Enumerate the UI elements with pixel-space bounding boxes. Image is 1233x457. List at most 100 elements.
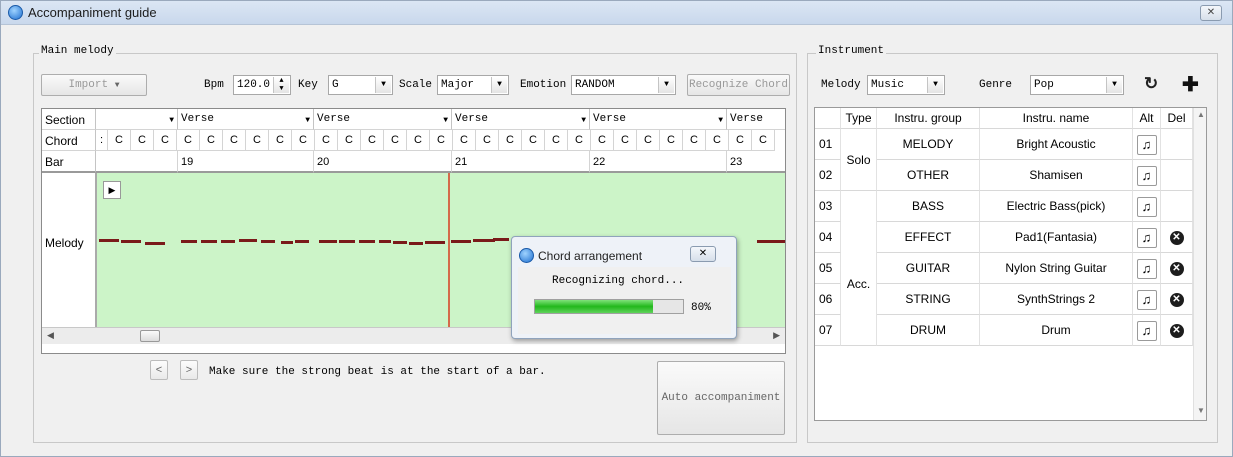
music-note-icon[interactable]: ♫ — [1136, 227, 1157, 248]
chord-cell[interactable]: C — [407, 130, 430, 151]
chord-cell[interactable]: C — [752, 130, 775, 151]
play-icon[interactable]: ▶ — [103, 181, 121, 199]
row-number: 03 — [815, 191, 841, 222]
bar-cell: 20 — [314, 151, 452, 173]
row-number: 02 — [815, 160, 841, 191]
instrument-group-cell[interactable]: GUITAR — [877, 253, 980, 284]
chord-cell[interactable]: C — [269, 130, 292, 151]
chord-cell[interactable]: C — [223, 130, 246, 151]
chord-cell[interactable]: C — [499, 130, 522, 151]
melody-select[interactable]: Music ▼ — [867, 75, 945, 95]
scroll-left-icon[interactable]: ◀ — [47, 330, 54, 341]
instrument-group-cell[interactable]: BASS — [877, 191, 980, 222]
bpm-value: 120.0 — [237, 79, 271, 91]
scroll-up-icon[interactable]: ▲ — [1197, 110, 1205, 119]
instrument-name-cell[interactable]: Nylon String Guitar — [980, 253, 1133, 284]
bar-cell — [96, 151, 178, 173]
music-note-icon[interactable]: ♫ — [1136, 289, 1157, 310]
instrument-group-cell[interactable]: OTHER — [877, 160, 980, 191]
alt-cell: ♫ — [1133, 222, 1161, 253]
close-button[interactable]: ✕ — [1200, 5, 1222, 21]
genre-select[interactable]: Pop ▼ — [1030, 75, 1124, 95]
music-note-icon[interactable]: ♫ — [1136, 258, 1157, 279]
instrument-name-cell[interactable]: Shamisen — [980, 160, 1133, 191]
music-note-icon[interactable]: ♫ — [1136, 134, 1157, 155]
stepper-arrows-icon[interactable]: ▲ ▼ — [273, 77, 289, 93]
delete-icon[interactable]: ✕ — [1169, 323, 1184, 338]
music-note-icon[interactable]: ♫ — [1136, 165, 1157, 186]
melody-note — [393, 241, 407, 244]
chord-cell[interactable]: C — [384, 130, 407, 151]
chord-cell[interactable]: C — [338, 130, 361, 151]
chord-cell[interactable]: C — [200, 130, 223, 151]
auto-accompaniment-button[interactable]: Auto accompaniment — [657, 361, 785, 435]
chord-cell[interactable]: C — [568, 130, 591, 151]
chord-cell[interactable]: C — [591, 130, 614, 151]
scroll-right-icon[interactable]: ▶ — [773, 330, 780, 341]
chord-cell[interactable]: C — [545, 130, 568, 151]
chord-cell[interactable]: C — [522, 130, 545, 151]
del-cell: ✕ — [1161, 315, 1193, 346]
chord-cell[interactable]: C — [131, 130, 154, 151]
chord-cell[interactable]: C — [361, 130, 384, 151]
emotion-select[interactable]: RANDOM ▼ — [571, 75, 676, 95]
melody-note — [379, 240, 391, 243]
refresh-icon[interactable]: ↻ — [1144, 74, 1158, 94]
section-cell[interactable]: Verse ▼ — [178, 109, 314, 130]
chord-cell[interactable]: C — [177, 130, 200, 151]
chord-cell[interactable]: C — [660, 130, 683, 151]
delete-icon[interactable]: ✕ — [1169, 230, 1184, 245]
chord-cell[interactable]: C — [614, 130, 637, 151]
chord-cell[interactable]: C — [154, 130, 177, 151]
chevron-down-icon: ▼ — [718, 116, 723, 125]
bpm-stepper[interactable]: 120.0 ▲ ▼ — [233, 75, 291, 95]
scroll-thumb[interactable] — [140, 330, 160, 342]
playhead[interactable] — [448, 173, 450, 327]
main-melody-label: Main melody — [39, 45, 116, 57]
section-cell[interactable]: Verse ▼ — [590, 109, 727, 130]
chord-cell[interactable]: C — [476, 130, 499, 151]
prev-button[interactable]: < — [150, 360, 168, 380]
chord-cell[interactable]: C — [246, 130, 269, 151]
chord-cell[interactable]: C — [453, 130, 476, 151]
instrument-name-cell[interactable]: Electric Bass(pick) — [980, 191, 1133, 222]
scale-select[interactable]: Major ▼ — [437, 75, 509, 95]
chord-cell[interactable]: C — [683, 130, 706, 151]
recognize-chord-button[interactable]: Recognize Chord — [687, 74, 790, 96]
instrument-group-cell[interactable]: DRUM — [877, 315, 980, 346]
instrument-group-cell[interactable]: MELODY — [877, 129, 980, 160]
chord-cell[interactable]: C — [315, 130, 338, 151]
key-select[interactable]: G ▼ — [328, 75, 393, 95]
chord-cell[interactable]: C — [292, 130, 315, 151]
dialog-close-button[interactable]: ✕ — [690, 246, 716, 262]
progress-fill — [535, 300, 654, 313]
chord-cell[interactable]: C — [729, 130, 752, 151]
instrument-name-cell[interactable]: Pad1(Fantasia) — [980, 222, 1133, 253]
section-cell[interactable]: Verse ▼ — [314, 109, 452, 130]
instrument-group-cell[interactable]: EFFECT — [877, 222, 980, 253]
chord-cell[interactable]: C — [706, 130, 729, 151]
instrument-group-cell[interactable]: STRING — [877, 284, 980, 315]
delete-icon[interactable]: ✕ — [1169, 292, 1184, 307]
instrument-name-cell[interactable]: Drum — [980, 315, 1133, 346]
music-note-icon[interactable]: ♫ — [1136, 196, 1157, 217]
music-note-icon[interactable]: ♫ — [1136, 320, 1157, 341]
next-button[interactable]: > — [180, 360, 198, 380]
chord-cell[interactable]: C — [108, 130, 131, 151]
chevron-down-icon: ▼ — [491, 77, 507, 93]
section-cell[interactable]: Verse ▼ — [452, 109, 590, 130]
vertical-scrollbar[interactable]: ▲ ▼ — [1193, 108, 1206, 420]
row-head-bar: Bar — [42, 151, 96, 173]
melody-note — [319, 240, 337, 243]
section-cell[interactable]: ▼ — [96, 109, 178, 130]
chord-cell[interactable]: C — [430, 130, 453, 151]
section-cell[interactable]: Verse — [727, 109, 785, 130]
import-button[interactable]: Import ▼ — [41, 74, 147, 96]
chord-cell[interactable]: : — [96, 130, 108, 151]
instrument-name-cell[interactable]: Bright Acoustic — [980, 129, 1133, 160]
add-icon[interactable]: ✚ — [1182, 72, 1199, 97]
instrument-name-cell[interactable]: SynthStrings 2 — [980, 284, 1133, 315]
delete-icon[interactable]: ✕ — [1169, 261, 1184, 276]
scroll-down-icon[interactable]: ▼ — [1197, 406, 1205, 415]
chord-cell[interactable]: C — [637, 130, 660, 151]
